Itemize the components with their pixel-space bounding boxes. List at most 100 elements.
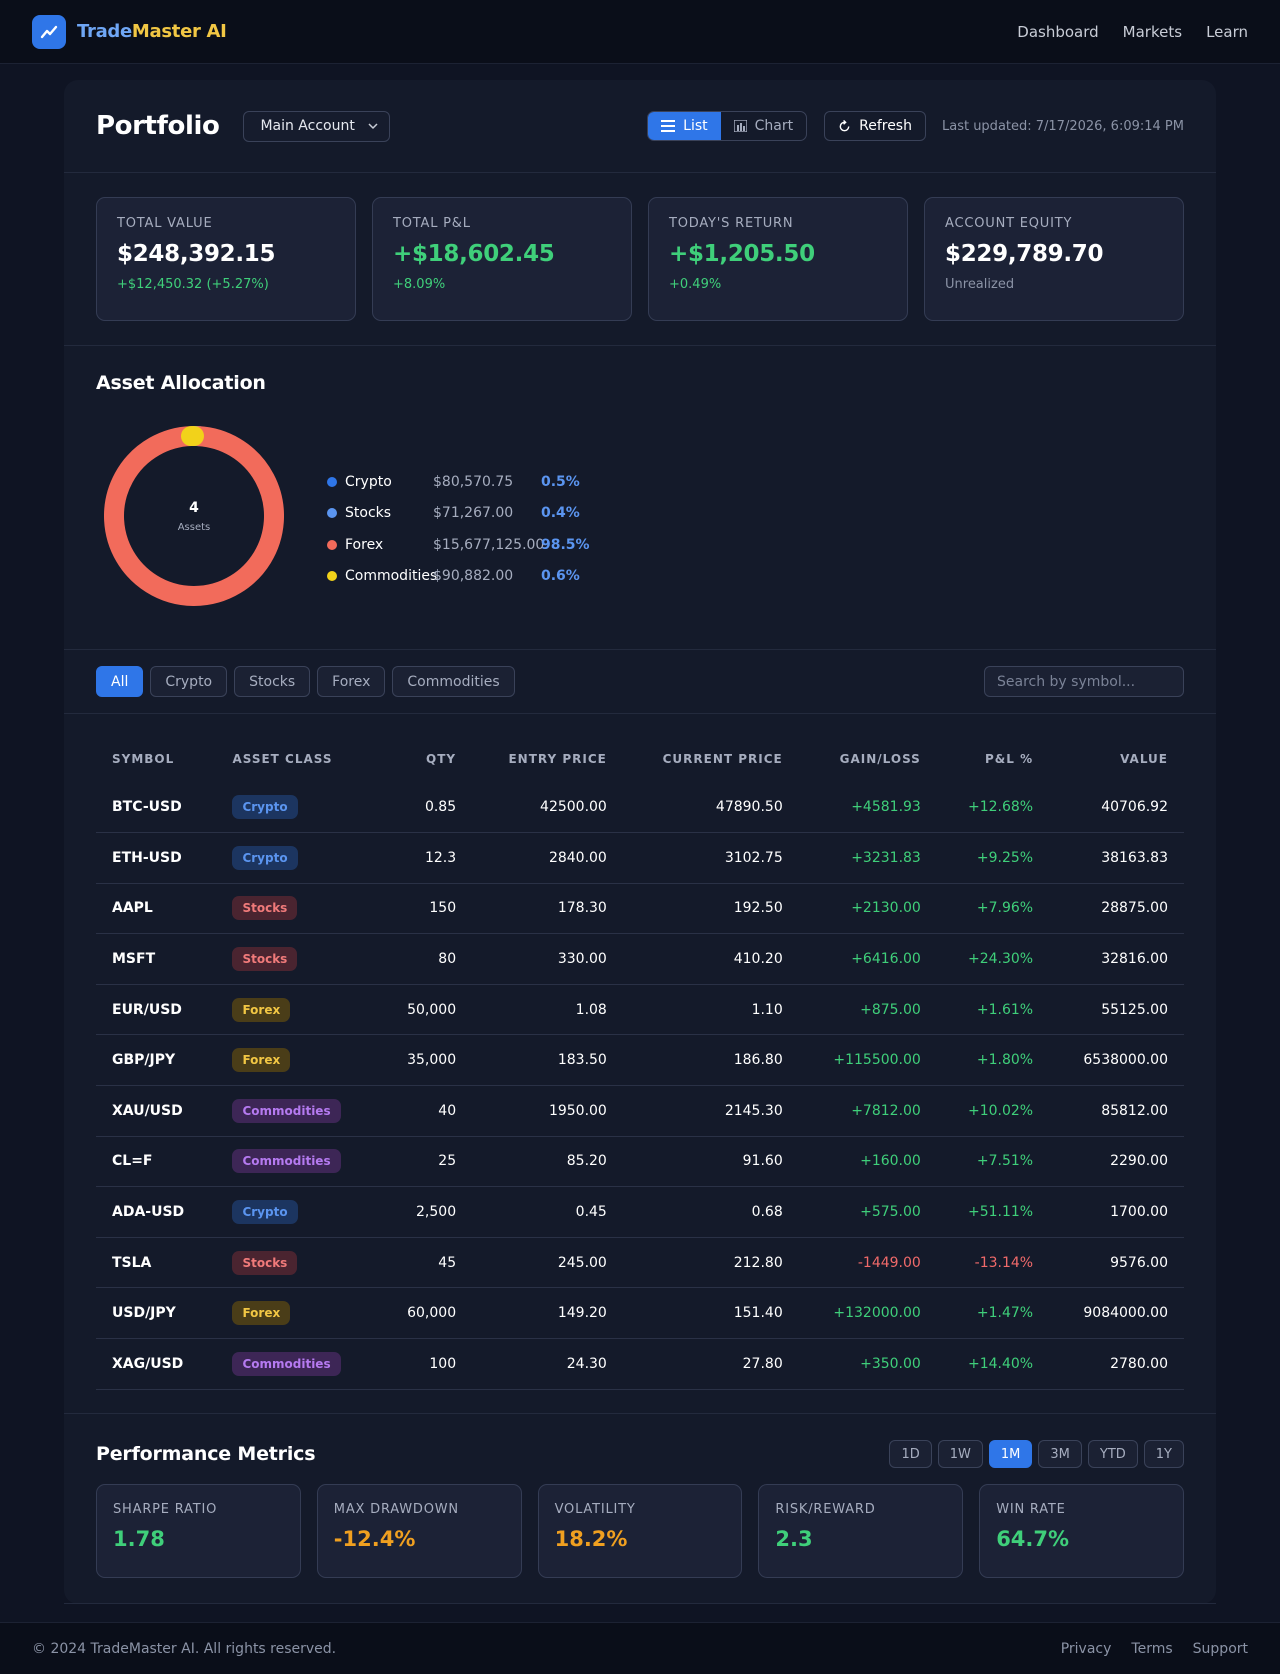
max-drawdown-card: Max Drawdown -12.4% bbox=[316, 1484, 522, 1578]
table-row[interactable]: XAG/USD Commodities 100 24.30 27.80 +350.00 +1… bbox=[96, 1338, 1184, 1390]
risk-reward-card: Risk/Reward 2.3 bbox=[758, 1484, 964, 1578]
col-entry-price[interactable]: Entry Price bbox=[472, 736, 623, 782]
col-value[interactable]: Value bbox=[1049, 736, 1184, 782]
header-actions: List Chart Refresh Last updated: 7/17/20… bbox=[647, 111, 1184, 141]
table-row[interactable]: TSLA Stocks 45 245.00 212.80 -1449.00 -13.14% 9… bbox=[96, 1237, 1184, 1289]
period-1w[interactable]: 1W bbox=[937, 1440, 983, 1468]
brand[interactable]: TradeMaster AI bbox=[32, 14, 227, 49]
cell-qty: 40 bbox=[378, 1085, 473, 1137]
chevron-down-icon bbox=[368, 123, 378, 130]
copyright: © 2024 TradeMaster AI. All rights reserv… bbox=[32, 1640, 337, 1657]
cell-pnl-pct: +1.61% bbox=[936, 984, 1050, 1036]
table-row[interactable]: EUR/USD Forex 50,000 1.08 1.10 +875.00 +1.61% 5… bbox=[96, 984, 1184, 1036]
cell-pnl-pct: -13.14% bbox=[936, 1237, 1050, 1289]
positions-table: Symbol Asset Class Qty Entry Price Curre… bbox=[96, 736, 1184, 1390]
cell-qty: 35,000 bbox=[378, 1034, 473, 1087]
legend-name: Forex bbox=[345, 536, 384, 553]
table-row[interactable]: XAU/USD Commodities 40 1950.00 2145.30 +7812.… bbox=[96, 1085, 1184, 1137]
table-row[interactable]: BTC-USD Crypto 0.85 42500.00 47890.50 +4581.9… bbox=[96, 782, 1184, 834]
asset-class-badge: Forex bbox=[232, 1048, 291, 1073]
cell-asset-class: Forex bbox=[216, 1034, 379, 1087]
metric-value: 18.2% bbox=[554, 1527, 628, 1551]
allocation-legend: Crypto $80,570.75 0.5% Stocks $71,267.00… bbox=[327, 466, 590, 592]
account-select[interactable]: Main Account bbox=[243, 110, 390, 142]
table-row[interactable]: CL=F Commodities 25 85.20 91.60 +160.00 +7.51%… bbox=[96, 1136, 1184, 1188]
legend-pct: 98.5% bbox=[541, 536, 590, 553]
refresh-button[interactable]: Refresh bbox=[824, 111, 926, 141]
legend-item-commodities: Commodities $90,882.00 0.6% bbox=[327, 561, 590, 593]
cell-entry-price: 2840.00 bbox=[472, 832, 623, 884]
cell-symbol: GBP/JPY bbox=[96, 1034, 217, 1087]
cell-symbol: USD/JPY bbox=[96, 1287, 217, 1340]
filter-crypto[interactable]: Crypto bbox=[150, 666, 228, 697]
legend-dot bbox=[327, 476, 337, 487]
metric-value: 2.3 bbox=[775, 1527, 813, 1551]
table-row[interactable]: ADA-USD Crypto 2,500 0.45 0.68 +575.00 +51.11%… bbox=[96, 1186, 1184, 1238]
period-1m[interactable]: 1M bbox=[988, 1440, 1033, 1468]
view-list-button[interactable]: List bbox=[648, 112, 721, 140]
cell-asset-class: Forex bbox=[216, 1287, 379, 1340]
refresh-label: Refresh bbox=[859, 118, 912, 134]
footer-support-link[interactable]: Support bbox=[1193, 1641, 1248, 1657]
footer-links: Privacy Terms Support bbox=[1061, 1641, 1248, 1657]
asset-class-badge: Commodities bbox=[232, 1351, 341, 1376]
bar-chart-icon bbox=[733, 120, 747, 132]
view-toggle: List Chart bbox=[647, 111, 808, 141]
filter-commodities[interactable]: Commodities bbox=[392, 666, 515, 697]
view-chart-button[interactable]: Chart bbox=[721, 112, 806, 140]
legend-item-stocks: Stocks $71,267.00 0.4% bbox=[327, 498, 590, 530]
legend-dot bbox=[327, 508, 337, 519]
cell-value: 40706.92 bbox=[1049, 782, 1184, 834]
win-rate-card: Win Rate 64.7% bbox=[979, 1484, 1184, 1578]
legend-dot bbox=[327, 571, 337, 582]
cell-asset-class: Commodities bbox=[216, 1136, 379, 1188]
table-row[interactable]: AAPL Stocks 150 178.30 192.50 +2130.00 +7.96% 2… bbox=[96, 883, 1184, 935]
table-row[interactable]: GBP/JPY Forex 35,000 183.50 186.80 +115500.00… bbox=[96, 1034, 1184, 1087]
table-row[interactable]: USD/JPY Forex 60,000 149.20 151.40 +132000.00… bbox=[96, 1287, 1184, 1340]
main-nav: Dashboard Markets Learn bbox=[1017, 23, 1248, 41]
asset-class-badge: Forex bbox=[232, 1301, 291, 1326]
metric-label: Max Drawdown bbox=[333, 1502, 459, 1517]
period-1y[interactable]: 1Y bbox=[1143, 1440, 1184, 1468]
table-row[interactable]: MSFT Stocks 80 330.00 410.20 +6416.00 +24.30% 3… bbox=[96, 933, 1184, 985]
metric-value: 1.78 bbox=[113, 1527, 165, 1551]
cell-value: 55125.00 bbox=[1049, 984, 1184, 1036]
nav-markets[interactable]: Markets bbox=[1123, 23, 1182, 41]
period-1d[interactable]: 1D bbox=[889, 1440, 932, 1468]
table-row[interactable]: ETH-USD Crypto 12.3 2840.00 3102.75 +3231.83 +… bbox=[96, 832, 1184, 884]
cell-entry-price: 24.30 bbox=[472, 1338, 623, 1390]
cell-pnl-pct: +7.96% bbox=[936, 883, 1050, 935]
cell-current-price: 27.80 bbox=[622, 1338, 799, 1390]
legend-value: $90,882.00 bbox=[433, 568, 514, 585]
cell-pnl-pct: +14.40% bbox=[936, 1338, 1050, 1390]
cell-qty: 80 bbox=[378, 933, 473, 985]
filter-all[interactable]: All bbox=[96, 666, 144, 697]
cell-qty: 45 bbox=[378, 1237, 473, 1289]
nav-learn[interactable]: Learn bbox=[1206, 23, 1248, 41]
cell-entry-price: 330.00 bbox=[472, 933, 623, 985]
col-gain-loss[interactable]: Gain/Loss bbox=[799, 736, 937, 782]
filter-stocks[interactable]: Stocks bbox=[234, 666, 311, 697]
nav-dashboard[interactable]: Dashboard bbox=[1017, 23, 1098, 41]
filter-forex[interactable]: Forex bbox=[317, 666, 386, 697]
col-qty[interactable]: Qty bbox=[378, 736, 472, 782]
period-ytd[interactable]: YTD bbox=[1087, 1440, 1138, 1468]
cell-current-price: 0.68 bbox=[622, 1186, 799, 1238]
period-3m[interactable]: 3M bbox=[1038, 1440, 1082, 1468]
cell-asset-class: Forex bbox=[216, 984, 379, 1036]
card-label: Today's Return bbox=[669, 216, 794, 231]
cell-value: 28875.00 bbox=[1049, 883, 1184, 935]
col-asset-class[interactable]: Asset Class bbox=[216, 736, 378, 782]
footer-privacy-link[interactable]: Privacy bbox=[1061, 1641, 1112, 1657]
col-symbol[interactable]: Symbol bbox=[96, 736, 216, 782]
footer-terms-link[interactable]: Terms bbox=[1131, 1641, 1172, 1657]
col-pnl-pct[interactable]: P&L % bbox=[937, 736, 1049, 782]
card-value: $248,392.15 bbox=[117, 241, 276, 267]
col-current-price[interactable]: Current Price bbox=[623, 736, 799, 782]
metric-value: -12.4% bbox=[333, 1527, 416, 1551]
legend-pct: 0.5% bbox=[541, 473, 580, 490]
portfolio-panel: Portfolio Main Account List Chart Refres… bbox=[64, 80, 1216, 1604]
symbol-search-input[interactable] bbox=[984, 666, 1184, 697]
cell-gain-loss: -1449.00 bbox=[798, 1237, 937, 1289]
cell-pnl-pct: +1.47% bbox=[936, 1287, 1050, 1340]
